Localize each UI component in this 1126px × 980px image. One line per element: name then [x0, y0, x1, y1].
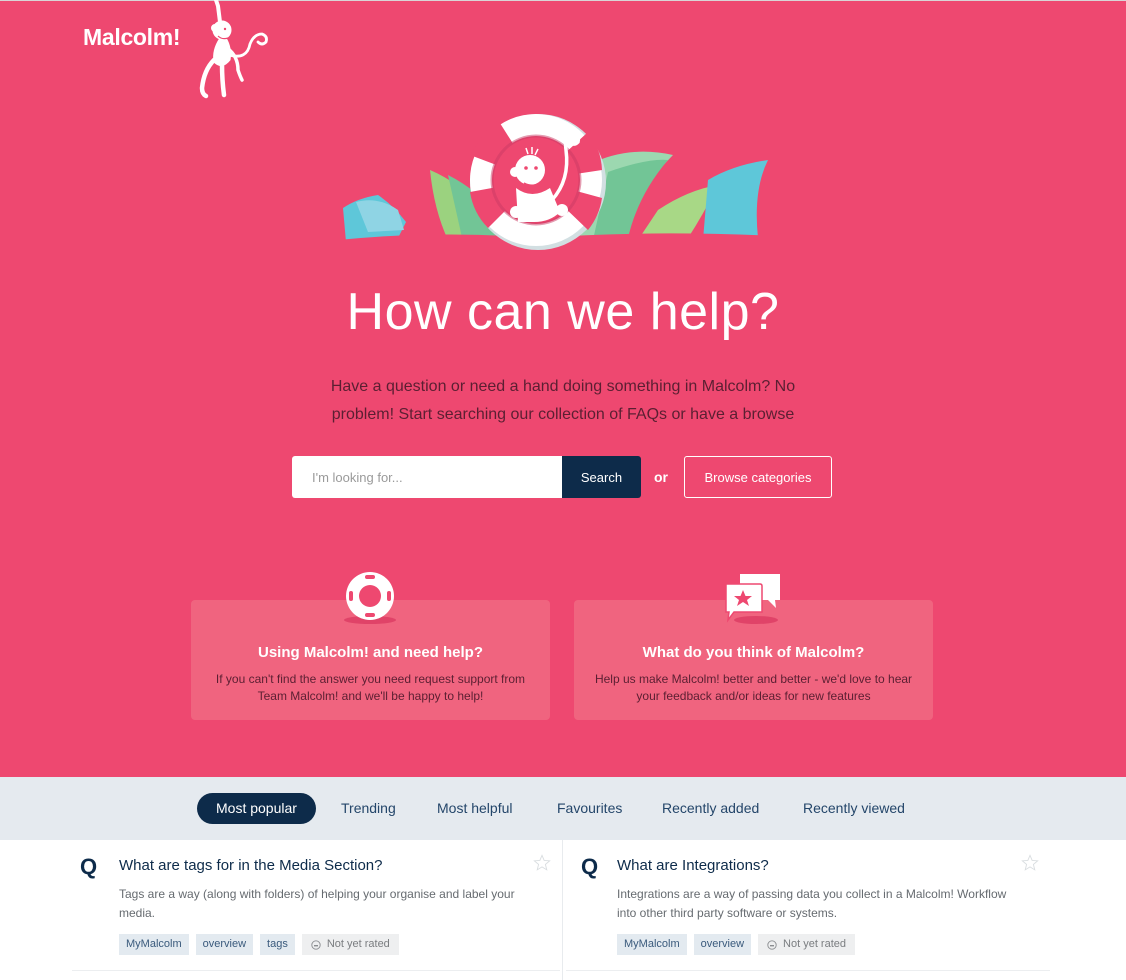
divider	[72, 970, 560, 971]
top-border	[0, 0, 1126, 1]
neutral-face-icon	[311, 939, 321, 950]
tag[interactable]: overview	[195, 934, 254, 955]
search-input[interactable]	[292, 456, 562, 498]
search-button[interactable]: Search	[562, 456, 641, 498]
brand-logo-text[interactable]: Malcolm!	[83, 24, 181, 51]
rating-badge: Not yet rated	[301, 934, 399, 955]
tag[interactable]: MyMalcolm	[617, 934, 687, 955]
hero-subtext: Have a question or need a hand doing som…	[330, 378, 796, 423]
lifebuoy-icon	[344, 572, 396, 624]
hero-section: Malcolm! How can we help? Have a questio…	[0, 0, 1126, 777]
favourite-star-icon[interactable]	[1021, 854, 1039, 872]
rating-text: Not yet rated	[326, 938, 390, 950]
tag[interactable]: overview	[693, 934, 752, 955]
tab-most-helpful[interactable]: Most helpful	[418, 793, 531, 824]
faq-title-link[interactable]: What are Integrations?	[617, 857, 769, 874]
faq-description: Integrations are a way of passing data y…	[617, 887, 1007, 920]
faq-tags: MyMalcolm overview tags Not yet rated	[119, 934, 399, 955]
tab-recently-viewed[interactable]: Recently viewed	[784, 793, 924, 824]
card-description: Help us make Malcolm! better and better …	[594, 672, 913, 703]
chat-bubbles-star-icon	[725, 574, 780, 624]
card-title: What do you think of Malcolm?	[642, 644, 865, 661]
faq-description: Tags are a way (along with folders) of h…	[119, 887, 515, 920]
tag[interactable]: MyMalcolm	[119, 934, 189, 955]
faq-item: Q What are Integrations? Integrations ar…	[578, 840, 1058, 970]
browse-categories-button[interactable]: Browse categories	[684, 456, 832, 498]
faq-title-link[interactable]: What are tags for in the Media Section?	[119, 857, 382, 874]
question-marker-icon: Q	[581, 854, 599, 879]
favourite-star-icon[interactable]	[533, 854, 551, 872]
faq-tags: MyMalcolm overview Not yet rated	[617, 934, 856, 955]
faq-item: Q What are tags for in the Media Section…	[80, 840, 560, 970]
faq-tabs: Most popular Trending Most helpful Favou…	[0, 777, 1126, 840]
tab-recently-added[interactable]: Recently added	[643, 793, 778, 824]
faq-column-divider	[562, 840, 563, 980]
divider	[566, 970, 1050, 971]
rating-text: Not yet rated	[783, 938, 847, 950]
page-headline: How can we help?	[346, 283, 780, 341]
tab-trending[interactable]: Trending	[322, 793, 415, 824]
card-title: Using Malcolm! and need help?	[257, 644, 484, 661]
tab-most-popular[interactable]: Most popular	[197, 793, 316, 824]
rating-badge: Not yet rated	[758, 934, 856, 955]
card-description: If you can't find the answer you need re…	[215, 672, 526, 703]
tab-favourites[interactable]: Favourites	[538, 793, 641, 824]
tag[interactable]: tags	[260, 934, 295, 955]
hanging-monkey-icon	[199, 0, 268, 99]
or-separator: or	[654, 469, 668, 485]
lifebuoy-monkey-illustration	[338, 114, 778, 260]
search-form: Search	[292, 456, 641, 498]
question-marker-icon: Q	[80, 854, 98, 879]
neutral-face-icon	[767, 939, 777, 950]
